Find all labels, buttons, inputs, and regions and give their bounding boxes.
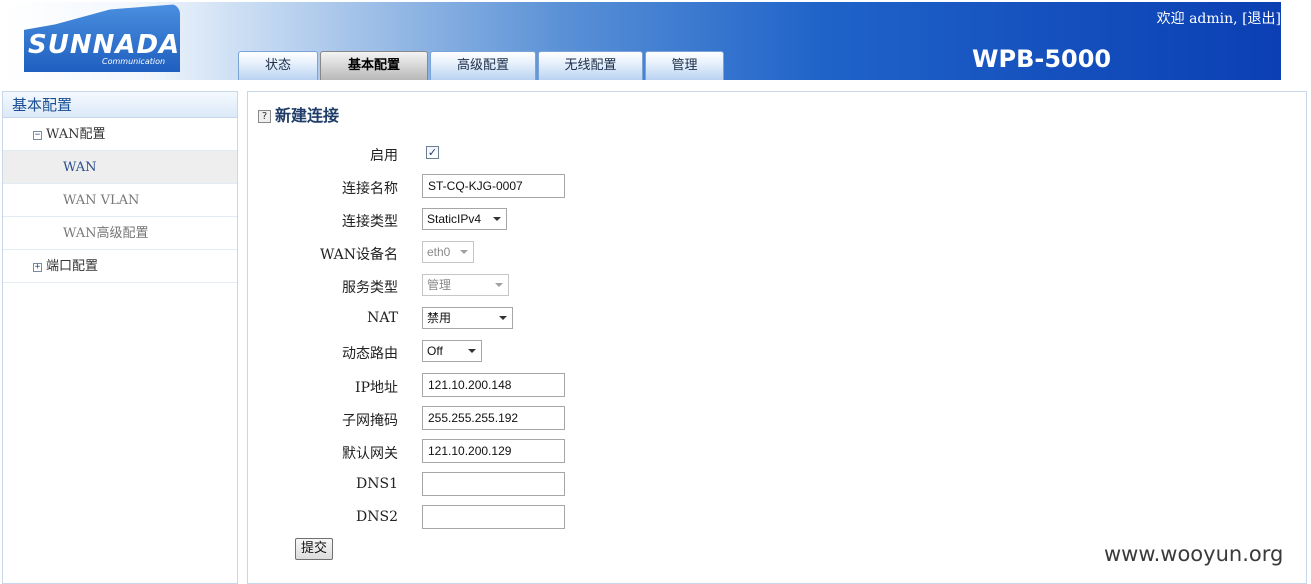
brand-logo: SUNNADA <box>28 30 181 60</box>
wan-device-select: eth0 <box>422 241 474 263</box>
connection-type-select[interactable]: StaticIPv4 <box>422 208 507 230</box>
connection-name-label: 连接名称 <box>342 181 398 197</box>
submit-button[interactable]: 提交 <box>295 538 333 560</box>
sidebar-group-label: 端口配置 <box>46 259 99 274</box>
welcome-greeting: 欢迎 admin, [ <box>1156 11 1248 27</box>
chevron-down-icon <box>468 349 476 353</box>
subnet-mask-label: 子网掩码 <box>342 413 398 429</box>
chevron-down-icon <box>499 316 507 320</box>
dns2-input[interactable] <box>422 505 565 529</box>
page-title-text: 新建连接 <box>275 106 340 125</box>
sidebar-group-wan-config[interactable]: − WAN配置 <box>3 118 237 151</box>
wan-device-label: WAN设备名 <box>319 247 398 263</box>
dns1-input[interactable] <box>422 472 565 496</box>
connection-type-label: 连接类型 <box>342 214 398 230</box>
dns1-label: DNS1 <box>356 476 398 492</box>
product-name: WPB-5000 <box>972 45 1112 73</box>
sidebar-group-port-config[interactable]: + 端口配置 <box>3 250 237 283</box>
welcome-text: 欢迎 admin, [退出] <box>1157 8 1281 28</box>
chevron-down-icon <box>460 250 468 254</box>
expand-icon[interactable]: + <box>33 263 42 272</box>
sidebar-group-label: WAN配置 <box>46 127 106 142</box>
row-ip-address: IP地址 <box>248 373 848 399</box>
sidebar-item-wan[interactable]: WAN <box>3 151 237 184</box>
service-type-label: 服务类型 <box>342 280 398 296</box>
tab-advanced-config[interactable]: 高级配置 <box>430 51 536 80</box>
main-panel: ? 新建连接 启用 ✓ 连接名称 连接类型 StaticIPv4 WAN设备名 e… <box>247 91 1307 584</box>
default-gateway-input[interactable] <box>422 439 565 463</box>
watermark-text: www.wooyun.org <box>1104 542 1284 566</box>
row-connection-name: 连接名称 <box>248 174 848 200</box>
dynamic-route-value: Off <box>427 344 443 358</box>
default-gateway-label: 默认网关 <box>342 446 398 462</box>
sidebar-title: 基本配置 <box>3 92 237 118</box>
tab-status[interactable]: 状态 <box>238 51 318 80</box>
logout-link[interactable]: 退出 <box>1248 11 1276 27</box>
sidebar-item-wan-vlan[interactable]: WAN VLAN <box>3 184 237 217</box>
tab-wireless-config[interactable]: 无线配置 <box>538 51 643 80</box>
page-title: ? 新建连接 <box>258 102 339 126</box>
tab-management[interactable]: 管理 <box>645 51 724 80</box>
ip-address-input[interactable] <box>422 373 565 397</box>
row-enable: 启用 ✓ <box>248 141 848 167</box>
enable-checkbox[interactable]: ✓ <box>426 146 439 159</box>
service-type-select: 管理 <box>422 274 509 296</box>
welcome-bracket: ] <box>1275 11 1281 27</box>
ip-address-label: IP地址 <box>355 380 398 396</box>
sidebar-item-wan-advanced[interactable]: WAN高级配置 <box>3 217 237 250</box>
row-service-type: 服务类型 管理 <box>248 273 848 299</box>
sidebar: 基本配置 − WAN配置 WAN WAN VLAN WAN高级配置 + 端口配置 <box>2 91 238 584</box>
tab-basic-config[interactable]: 基本配置 <box>320 51 428 80</box>
dns2-label: DNS2 <box>356 509 398 525</box>
enable-label: 启用 <box>370 148 398 164</box>
row-dns1: DNS1 <box>248 472 848 498</box>
header-banner: SUNNADA Communication 状态 基本配置 高级配置 无线配置 … <box>2 2 1281 80</box>
row-wan-device: WAN设备名 eth0 <box>248 240 848 266</box>
help-icon[interactable]: ? <box>258 110 271 123</box>
connection-type-value: StaticIPv4 <box>427 212 482 226</box>
row-dns2: DNS2 <box>248 505 848 531</box>
dynamic-route-label: 动态路由 <box>342 346 398 362</box>
service-type-value: 管理 <box>427 278 452 292</box>
connection-name-input[interactable] <box>422 174 565 198</box>
dynamic-route-select[interactable]: Off <box>422 340 482 362</box>
nat-value: 禁用 <box>427 311 452 325</box>
nat-select[interactable]: 禁用 <box>422 307 513 329</box>
row-default-gateway: 默认网关 <box>248 439 848 465</box>
wan-device-value: eth0 <box>427 245 451 259</box>
row-connection-type: 连接类型 StaticIPv4 <box>248 207 848 233</box>
brand-logo-subtitle: Communication <box>102 57 166 66</box>
row-subnet-mask: 子网掩码 <box>248 406 848 432</box>
subnet-mask-input[interactable] <box>422 406 565 430</box>
collapse-icon[interactable]: − <box>33 131 42 140</box>
nat-label: NAT <box>367 310 398 326</box>
chevron-down-icon <box>493 217 501 221</box>
chevron-down-icon <box>495 283 503 287</box>
row-nat: NAT 禁用 <box>248 306 848 332</box>
row-dynamic-route: 动态路由 Off <box>248 339 848 365</box>
